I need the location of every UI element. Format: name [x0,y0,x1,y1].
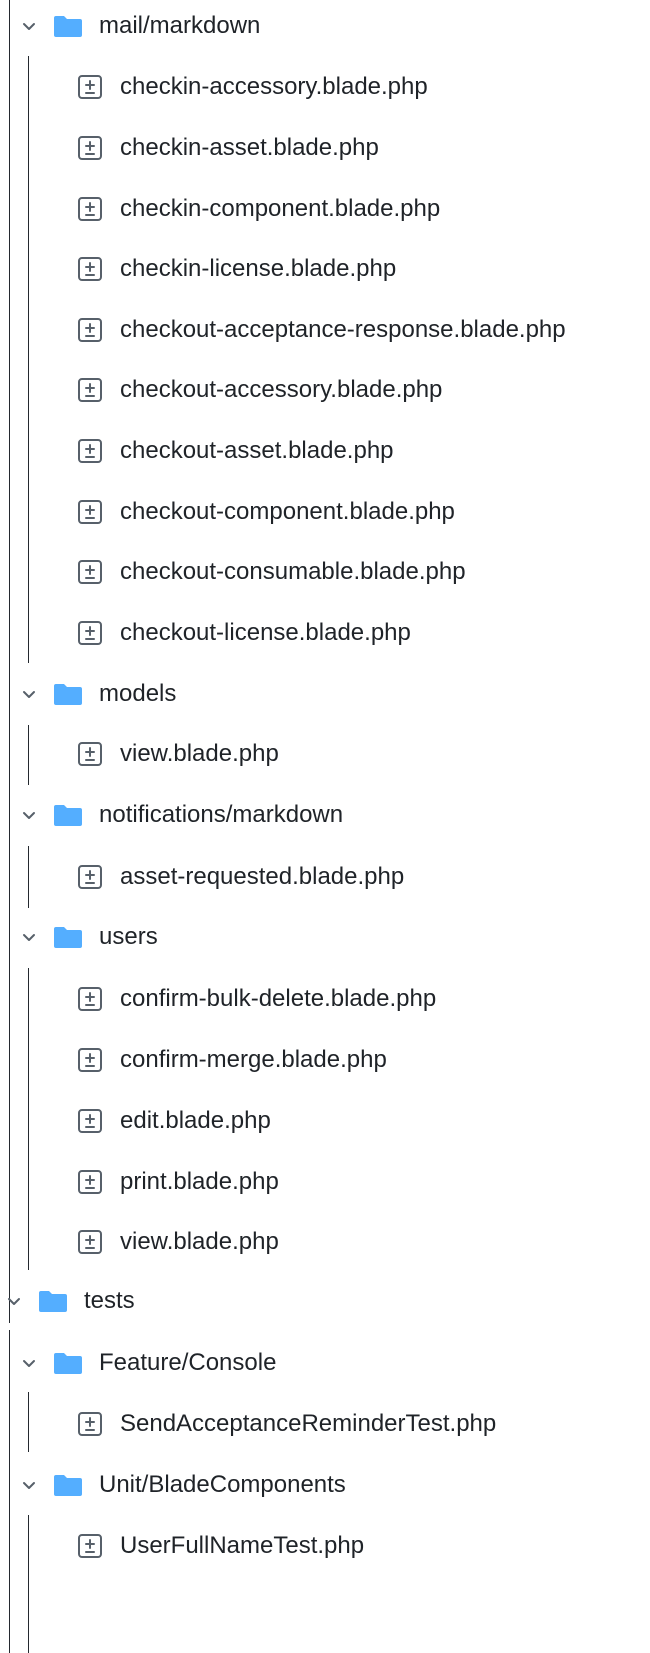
file-label: view.blade.php [120,740,279,767]
folder-row-models[interactable]: models [21,674,176,714]
tree-guide-line [28,968,29,1270]
tree-guide-line [28,725,29,785]
file-row[interactable]: asset-requested.blade.php [77,857,404,897]
file-diff-icon [77,317,103,343]
file-label: SendAcceptanceReminderTest.php [120,1410,497,1437]
tree-guide-line [28,846,29,908]
file-diff-icon [77,1411,103,1437]
file-row[interactable]: checkout-accessory.blade.php [77,370,442,410]
file-label: view.blade.php [120,1228,279,1255]
file-diff-icon [77,986,103,1012]
file-diff-icon [77,1108,103,1134]
file-diff-icon [77,1229,103,1255]
file-diff-icon [77,256,103,282]
file-row[interactable]: checkout-asset.blade.php [77,431,394,471]
file-diff-icon [77,74,103,100]
file-diff-icon [77,864,103,890]
file-tree: mail/markdown checkin-accessory.blade.ph… [0,0,650,1653]
file-label: checkin-asset.blade.php [120,134,379,161]
file-diff-icon [77,741,103,767]
file-label: UserFullNameTest.php [120,1532,365,1559]
chevron-down-icon[interactable] [6,1293,22,1309]
file-row[interactable]: checkin-asset.blade.php [77,128,379,168]
folder-label: notifications/markdown [99,801,344,828]
file-diff-icon [77,1169,103,1195]
chevron-down-icon[interactable] [21,686,37,702]
file-diff-icon [77,196,103,222]
file-row[interactable]: print.blade.php [77,1162,279,1202]
chevron-down-icon[interactable] [21,807,37,823]
file-row[interactable]: confirm-merge.blade.php [77,1040,387,1080]
file-label: confirm-merge.blade.php [120,1046,387,1073]
file-label: confirm-bulk-delete.blade.php [120,985,437,1012]
file-diff-icon [77,438,103,464]
file-diff-icon [77,620,103,646]
folder-icon [53,924,83,950]
folder-label: Feature/Console [99,1349,277,1376]
folder-row-feature-console[interactable]: Feature/Console [21,1343,276,1383]
folder-row-users[interactable]: users [21,917,158,957]
folder-label: users [99,923,158,950]
folder-icon [53,802,83,828]
file-row[interactable]: confirm-bulk-delete.blade.php [77,979,436,1019]
file-row[interactable]: edit.blade.php [77,1101,271,1141]
file-diff-icon [77,499,103,525]
file-label: asset-requested.blade.php [120,863,405,890]
tree-guide-line [9,0,10,1323]
folder-label: tests [84,1287,135,1314]
file-label: print.blade.php [120,1168,279,1195]
tree-guide-line [28,1392,29,1452]
folder-label: Unit/BladeComponents [99,1471,346,1498]
file-label: checkout-component.blade.php [120,498,455,525]
file-label: checkout-license.blade.php [120,619,411,646]
file-label: checkout-accessory.blade.php [120,376,443,403]
file-label: checkout-consumable.blade.php [120,558,466,585]
tree-guide-line [28,56,29,663]
file-row[interactable]: checkin-accessory.blade.php [77,67,428,107]
file-diff-icon [77,1047,103,1073]
folder-row-mail-markdown[interactable]: mail/markdown [21,6,260,46]
tree-guide-line [9,1330,10,1653]
file-row[interactable]: checkin-license.blade.php [77,249,396,289]
chevron-down-icon[interactable] [21,1477,37,1493]
file-row[interactable]: checkin-component.blade.php [77,189,440,229]
file-label: edit.blade.php [120,1107,271,1134]
file-row[interactable]: checkout-component.blade.php [77,492,455,532]
file-diff-icon [77,559,103,585]
file-label: checkout-acceptance-response.blade.php [120,316,566,343]
file-row[interactable]: view.blade.php [77,734,279,774]
folder-icon [53,1350,83,1376]
file-row[interactable]: UserFullNameTest.php [77,1526,364,1566]
file-diff-icon [77,135,103,161]
file-row[interactable]: SendAcceptanceReminderTest.php [77,1404,496,1444]
folder-icon [53,681,83,707]
file-row[interactable]: checkout-acceptance-response.blade.php [77,310,566,350]
file-row[interactable]: checkout-consumable.blade.php [77,552,466,592]
tree-guide-line [28,1515,29,1653]
folder-row-unit-bladecomponents[interactable]: Unit/BladeComponents [21,1465,346,1505]
file-diff-icon [77,1533,103,1559]
folder-label: models [99,680,177,707]
chevron-down-icon[interactable] [21,1355,37,1371]
file-diff-icon [77,377,103,403]
folder-icon [53,1472,83,1498]
chevron-down-icon[interactable] [21,929,37,945]
folder-label: mail/markdown [99,12,261,39]
file-row[interactable]: view.blade.php [77,1222,279,1262]
file-row[interactable]: checkout-license.blade.php [77,613,411,653]
file-label: checkout-asset.blade.php [120,437,394,464]
file-label: checkin-license.blade.php [120,255,397,282]
file-label: checkin-accessory.blade.php [120,73,428,100]
folder-row-notifications-markdown[interactable]: notifications/markdown [21,795,343,835]
folder-icon [53,13,83,39]
file-label: checkin-component.blade.php [120,195,441,222]
folder-row-tests[interactable]: tests [6,1281,135,1321]
folder-icon [38,1288,68,1314]
chevron-down-icon[interactable] [21,18,37,34]
